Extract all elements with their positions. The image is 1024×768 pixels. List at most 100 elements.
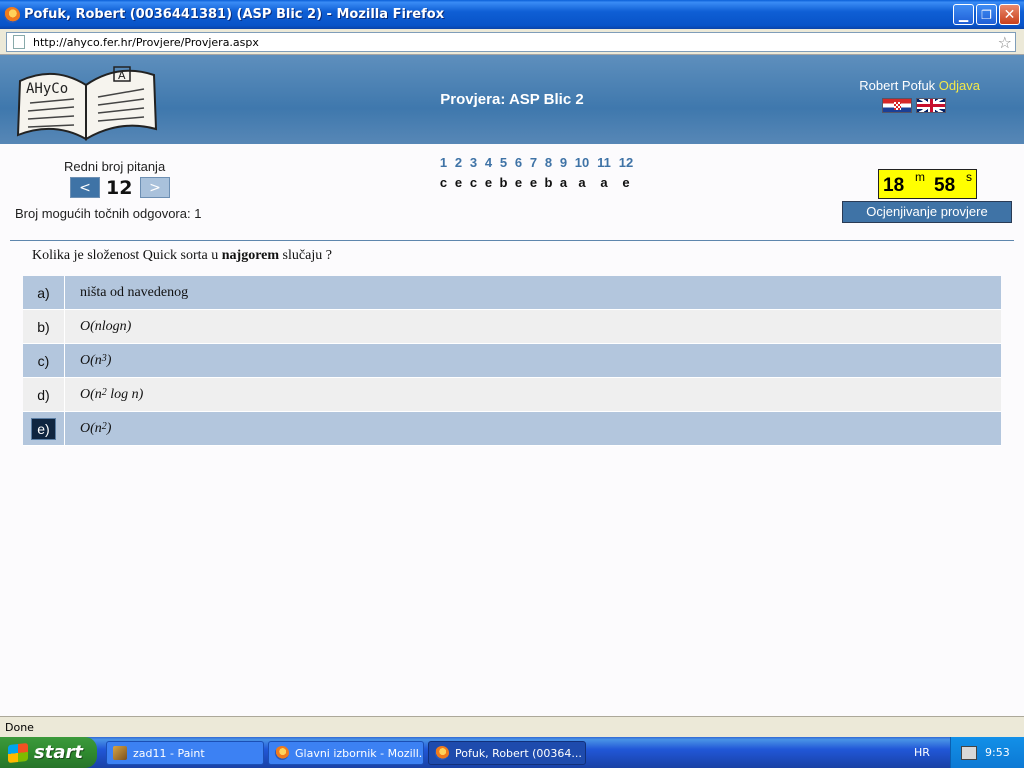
question-answer-letter: e [454,174,463,190]
windows-logo-icon [8,742,28,763]
question-link[interactable]: 9 [556,155,571,170]
user-area: Robert Pofuk Odjava [859,78,980,93]
question-link[interactable]: 11 [593,155,615,170]
question-link[interactable]: 8 [541,155,556,170]
uk-flag-icon[interactable] [916,98,946,113]
answer-text: O(n 2) [80,420,112,436]
question-number-label: Redni broj pitanja [64,159,166,174]
answer-letter-label: a) [37,284,50,301]
user-name: Robert Pofuk [859,78,936,93]
start-label: start [34,742,83,763]
question-link[interactable]: 7 [526,155,541,170]
taskbar-item-label: Pofuk, Robert (00364... [455,746,582,760]
url-text[interactable]: http://ahyco.fer.hr/Provjere/Provjera.as… [33,36,998,49]
url-field[interactable]: http://ahyco.fer.hr/Provjere/Provjera.as… [6,32,1016,52]
minimize-button[interactable]: ▁ [953,4,974,25]
answer-letter-label: b) [37,318,50,335]
question-answer-letter: b [544,174,553,190]
previous-question-button[interactable]: < [70,177,100,198]
page-title: Provjera: ASP Blic 2 [440,91,584,108]
answer-text: O(n log n) [80,318,132,334]
status-text: Done [5,721,34,734]
taskbar: start zad11 - Paint Glavni izbornik - Mo… [0,737,1024,768]
answer-letter-label: d) [37,386,50,403]
answer-letter-label: e) [31,417,56,440]
answer-option-e[interactable]: e) O(n 2) [23,412,1001,446]
taskbar-item-label: Glavni izbornik - Mozill... [295,746,424,760]
timer-minutes: 18 [883,175,905,196]
question-answer-letter: a [600,174,608,190]
restore-button[interactable]: ❐ [976,4,997,25]
question-answer-letter: a [578,174,586,190]
question-numbers-row: 1 2 3 4 5 6 7 8 9 10 11 12 [436,152,637,172]
firefox-icon [435,746,449,760]
taskbar-item-paint[interactable]: zad11 - Paint [106,741,264,765]
question-answer-letter: a [559,174,568,190]
croatia-flag-icon[interactable] [882,98,912,113]
question-link[interactable]: 4 [481,155,496,170]
question-text-after: slučaju ? [279,248,332,263]
question-answer-letter: e [622,174,630,190]
countdown-timer: 18 m 58 s [878,169,977,199]
language-flags [882,98,946,113]
logo-letter: A [118,69,126,82]
timer-seconds-unit: s [966,170,972,184]
page-content: AHyCo A Provjera: ASP Blic 2 Robert Pofu… [0,55,1024,716]
question-link[interactable]: 12 [615,155,637,170]
question-answer-letter: b [499,174,508,190]
question-link[interactable]: 5 [496,155,511,170]
paint-icon [113,746,127,760]
timer-seconds: 58 [934,175,956,196]
system-tray: 9:53 [950,737,1024,768]
question-link[interactable]: 1 [436,155,451,170]
answer-letter[interactable]: d) [23,378,65,411]
question-link[interactable]: 6 [511,155,526,170]
answer-text: O(n 2 log n) [80,386,144,402]
divider [10,240,1014,241]
next-question-button[interactable]: > [140,177,170,198]
question-link[interactable]: 3 [466,155,481,170]
answer-letter[interactable]: c) [23,344,65,377]
question-answer-letter: c [469,174,478,190]
site-header: AHyCo A Provjera: ASP Blic 2 Robert Pofu… [0,55,1024,144]
answer-letter[interactable]: a) [23,276,65,309]
window-title: Pofuk, Robert (0036441381) (ASP Blic 2) … [24,7,445,22]
answer-letter[interactable]: b) [23,310,65,343]
page-icon [13,35,25,49]
taskbar-item-firefox-menu[interactable]: Glavni izbornik - Mozill... [268,741,424,765]
question-text-bold: najgorem [221,248,280,263]
address-bar: http://ahyco.fer.hr/Provjere/Provjera.as… [0,29,1024,55]
answer-option-c[interactable]: c) O(n 3) [23,344,1001,378]
question-answers-row: cecebeebaaae [436,172,637,192]
status-bar: Done [0,716,1024,737]
answers-count-label: Broj mogućih točnih odgovora: 1 [15,206,202,221]
question-text: Kolika je složenost Quick sorta u najgor… [32,248,332,264]
answer-option-b[interactable]: b) O(n log n) [23,310,1001,344]
star-icon[interactable]: ☆ [998,33,1012,52]
tray-icon[interactable] [961,745,977,760]
answer-letter-label: c) [37,352,50,369]
question-answer-letter: c [439,174,448,190]
question-navigator: 1 2 3 4 5 6 7 8 9 10 11 12 cecebeebaaae [436,152,637,192]
question-link[interactable]: 10 [571,155,593,170]
language-indicator[interactable]: HR [914,746,930,759]
question-text-before: Kolika je složenost Quick sorta u [32,248,222,263]
taskbar-item-label: zad11 - Paint [133,746,205,760]
answer-text: ništa od navedenog [80,284,189,300]
answer-option-a[interactable]: a) ništa od navedenog [23,276,1001,310]
answer-letter-selected[interactable]: e) [23,412,65,445]
taskbar-item-firefox-exam[interactable]: Pofuk, Robert (00364... [428,741,586,765]
question-link[interactable]: 2 [451,155,466,170]
close-button[interactable]: ✕ [999,4,1020,25]
firefox-icon [4,6,20,23]
question-answer-letter: e [514,174,523,190]
firefox-icon [275,746,289,760]
answer-text: O(n 3) [80,352,112,368]
window-titlebar: Pofuk, Robert (0036441381) (ASP Blic 2) … [0,0,1024,29]
start-button[interactable]: start [0,737,97,768]
answer-option-d[interactable]: d) O(n 2 log n) [23,378,1001,412]
current-question-number: 12 [106,177,133,199]
question-answer-letter: e [529,174,538,190]
logout-link[interactable]: Odjava [939,78,980,93]
grade-exam-button[interactable]: Ocjenjivanje provjere [842,201,1012,223]
